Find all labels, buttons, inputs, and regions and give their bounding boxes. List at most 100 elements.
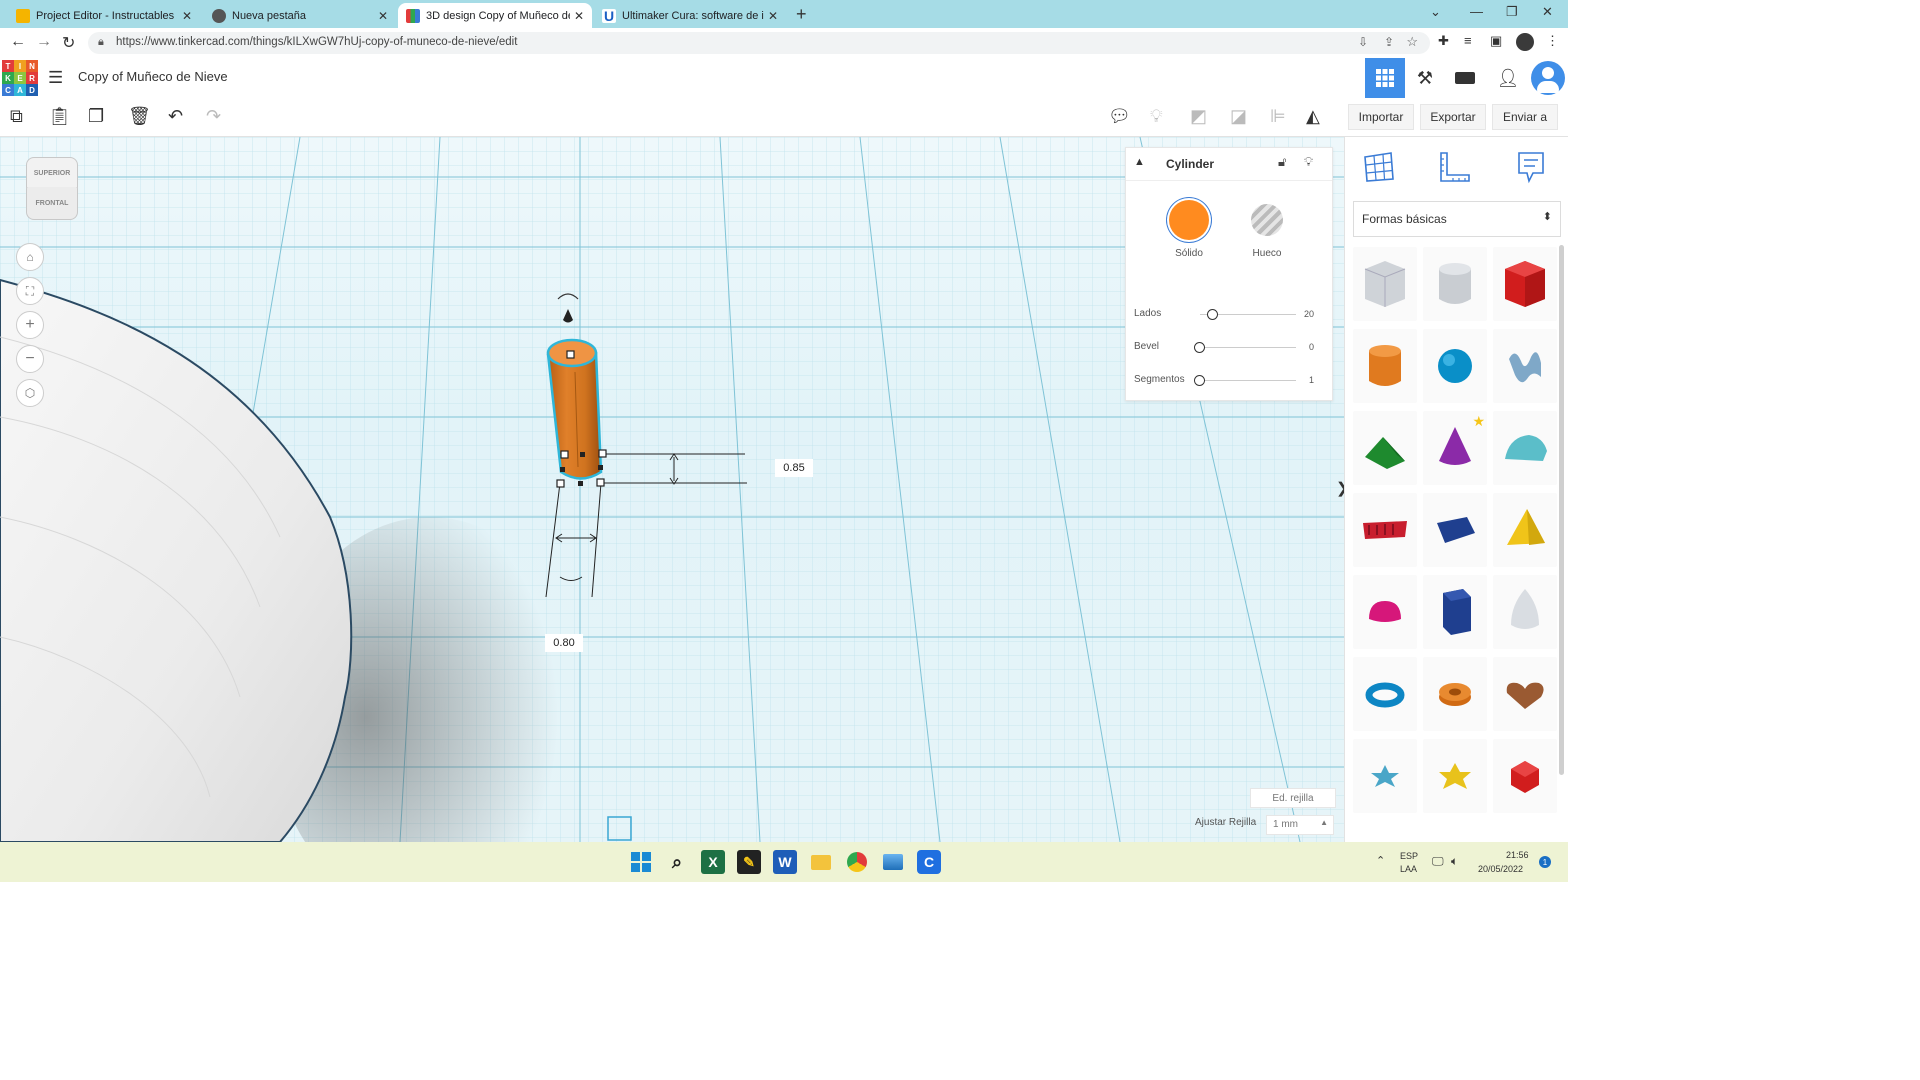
- 3d-view-button[interactable]: [1365, 58, 1405, 98]
- back-icon[interactable]: ←: [10, 33, 26, 51]
- tab-new-tab[interactable]: Nueva pestaña ✕: [204, 3, 396, 28]
- design-title[interactable]: Copy of Muñeco de Nieve: [78, 69, 228, 84]
- panel-scrollbar[interactable]: [1559, 245, 1564, 775]
- sticky-notes-app[interactable]: ✎: [737, 850, 761, 874]
- send-to-button[interactable]: Enviar a: [1492, 104, 1558, 130]
- tinkercad-logo[interactable]: T I N K E R C A D: [2, 60, 38, 96]
- close-tab-icon[interactable]: ✕: [768, 9, 778, 23]
- shape-cylinder[interactable]: [1353, 329, 1417, 403]
- search-button[interactable]: ⌕: [665, 850, 689, 874]
- paste-icon[interactable]: 📋︎: [48, 106, 71, 127]
- language-layout[interactable]: LAA: [1400, 864, 1417, 874]
- view-cube-top[interactable]: SUPERIOR: [26, 157, 78, 189]
- segments-value[interactable]: 1: [1302, 375, 1314, 385]
- duplicate-icon[interactable]: ❐: [88, 106, 104, 127]
- view-cube-front[interactable]: FRONTAL: [26, 187, 78, 220]
- lock-shape-icon[interactable]: 🔓︎: [1278, 154, 1286, 170]
- start-button[interactable]: [629, 850, 653, 874]
- lock-icon[interactable]: 🔒︎: [98, 36, 104, 49]
- install-icon[interactable]: ⇩: [1358, 35, 1368, 49]
- bookmark-star-icon[interactable]: ☆: [1406, 34, 1418, 50]
- redo-icon[interactable]: ↷: [206, 106, 221, 127]
- shape-category-select[interactable]: Formas básicas ⬍: [1353, 201, 1561, 237]
- shape-scribble[interactable]: [1493, 329, 1557, 403]
- shape-tube[interactable]: [1423, 657, 1487, 731]
- media-icon[interactable]: ≡: [1464, 33, 1472, 48]
- close-tab-icon[interactable]: ✕: [574, 9, 584, 23]
- segments-slider-handle[interactable]: [1194, 375, 1205, 386]
- shape-torus[interactable]: [1353, 657, 1417, 731]
- tab-instructables[interactable]: Project Editor - Instructables ✕: [8, 3, 200, 28]
- zoom-out-button[interactable]: −: [16, 345, 44, 373]
- lados-slider-handle[interactable]: [1207, 309, 1219, 320]
- import-button[interactable]: Importar: [1348, 104, 1414, 130]
- shape-polygon[interactable]: [1423, 575, 1487, 649]
- export-button[interactable]: Exportar: [1420, 104, 1486, 130]
- shape-box[interactable]: [1493, 247, 1557, 321]
- restore-icon[interactable]: ❐: [1506, 4, 1518, 20]
- user-avatar-button[interactable]: [1528, 58, 1568, 98]
- home-view-button[interactable]: ⌂: [16, 243, 44, 271]
- minimize-icon[interactable]: —: [1470, 4, 1483, 19]
- snap-grid-select[interactable]: 1 mm ▲: [1266, 815, 1334, 835]
- shape-half-sphere[interactable]: [1353, 575, 1417, 649]
- language-indicator[interactable]: ESP: [1400, 851, 1418, 861]
- tab-tinkercad-design[interactable]: 3D design Copy of Muñeco de N ✕: [398, 3, 592, 28]
- ungroup-icon[interactable]: ◪: [1230, 106, 1247, 127]
- height-dimension-input[interactable]: 0.85: [775, 459, 813, 477]
- notes-tool-button[interactable]: [1513, 149, 1549, 185]
- light-bulb-icon[interactable]: 💡︎: [1150, 106, 1163, 127]
- circuits-button[interactable]: [1445, 58, 1485, 98]
- perspective-button[interactable]: ⬡: [16, 379, 44, 407]
- shape-paraboloid[interactable]: [1493, 575, 1557, 649]
- profile-avatar[interactable]: [1516, 33, 1534, 51]
- clock-date[interactable]: 20/05/2022: [1478, 864, 1523, 874]
- codeblocks-button[interactable]: ⚒: [1405, 58, 1445, 98]
- close-tab-icon[interactable]: ✕: [378, 9, 388, 23]
- shape-star-yellow[interactable]: [1423, 739, 1487, 813]
- excel-app[interactable]: X: [701, 850, 725, 874]
- shape-heart[interactable]: [1493, 657, 1557, 731]
- notes-icon[interactable]: 💬︎: [1108, 106, 1131, 127]
- word-app[interactable]: W: [773, 850, 797, 874]
- bevel-slider-handle[interactable]: [1194, 342, 1205, 353]
- shape-box-hole[interactable]: [1353, 247, 1417, 321]
- shape-icosahedron[interactable]: [1493, 739, 1557, 813]
- photos-app[interactable]: [881, 850, 905, 874]
- align-icon[interactable]: ⊫: [1270, 106, 1286, 127]
- close-tab-icon[interactable]: ✕: [182, 9, 192, 23]
- collapse-inspector-icon[interactable]: ▲: [1134, 156, 1145, 168]
- undo-icon[interactable]: ↶: [168, 106, 183, 127]
- segments-slider-track[interactable]: [1200, 380, 1296, 381]
- side-panel-icon[interactable]: ▣: [1490, 33, 1502, 49]
- shape-cone[interactable]: ★: [1423, 411, 1487, 485]
- browser-menu-icon[interactable]: ⋮: [1546, 33, 1559, 49]
- workplane-tool-button[interactable]: [1361, 149, 1397, 185]
- edit-grid-button[interactable]: Ed. rejilla: [1250, 788, 1336, 808]
- zoom-in-button[interactable]: +: [16, 311, 44, 339]
- hole-swatch[interactable]: [1251, 204, 1283, 236]
- shape-roof[interactable]: [1353, 411, 1417, 485]
- close-window-icon[interactable]: ✕: [1542, 4, 1553, 20]
- lados-value[interactable]: 20: [1302, 309, 1314, 319]
- cura-app[interactable]: C: [917, 850, 941, 874]
- solid-color-swatch[interactable]: [1169, 200, 1209, 240]
- shape-cylinder-hole[interactable]: [1423, 247, 1487, 321]
- extensions-icon[interactable]: ✚: [1438, 33, 1449, 49]
- shape-round-roof[interactable]: [1493, 411, 1557, 485]
- shape-sphere[interactable]: [1423, 329, 1487, 403]
- tab-ultimaker-cura[interactable]: U Ultimaker Cura: software de impr ✕: [594, 3, 786, 28]
- shape-wedge[interactable]: [1423, 493, 1487, 567]
- file-explorer-app[interactable]: [809, 850, 833, 874]
- shape-star[interactable]: [1353, 739, 1417, 813]
- clock-time[interactable]: 21:56: [1506, 850, 1529, 860]
- fit-view-button[interactable]: ⛶: [16, 277, 44, 305]
- bevel-slider-track[interactable]: [1200, 347, 1296, 348]
- url-field[interactable]: 🔒︎ https://www.tinkercad.com/things/kILX…: [88, 32, 1430, 54]
- bevel-value[interactable]: 0: [1302, 342, 1314, 352]
- visibility-bulb-icon[interactable]: 💡︎: [1304, 154, 1313, 170]
- group-icon[interactable]: ◩: [1190, 106, 1207, 127]
- network-icon[interactable]: 🖵︎: [1432, 854, 1444, 869]
- delete-icon[interactable]: 🗑︎: [128, 106, 151, 127]
- invite-user-button[interactable]: 👤︎: [1488, 58, 1528, 98]
